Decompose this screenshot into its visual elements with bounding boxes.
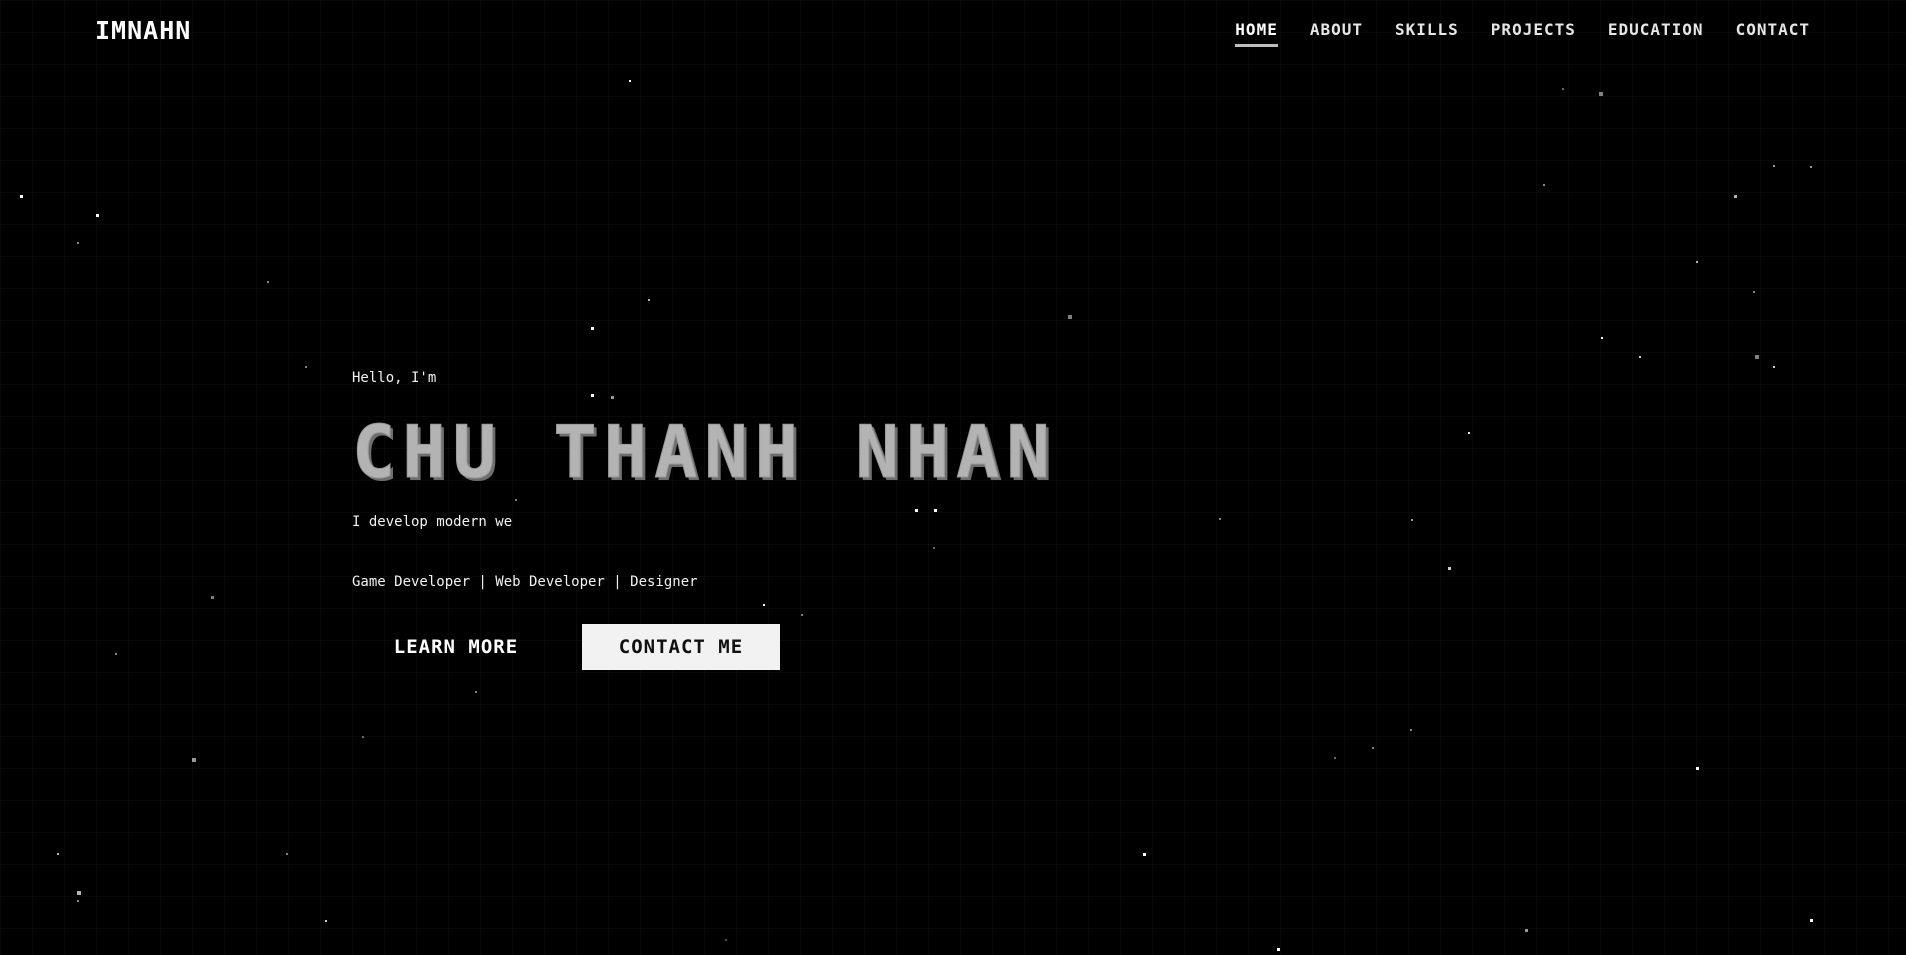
learn-more-button[interactable]: LEARN MORE <box>352 624 552 670</box>
hero-greeting: Hello, I'm <box>352 370 437 386</box>
nav-link-contact[interactable]: CONTACT <box>1736 20 1810 45</box>
contact-me-button[interactable]: CONTACT ME <box>582 624 780 670</box>
main-nav: HOME ABOUT SKILLS PROJECTS EDUCATION CON… <box>1235 20 1810 47</box>
nav-link-projects[interactable]: PROJECTS <box>1491 20 1576 45</box>
hero-name: CHU THANH NHAN <box>352 410 1057 494</box>
hero-section: Hello, I'm CHU THANH NHAN I develop mode… <box>352 366 1057 670</box>
nav-link-education[interactable]: EDUCATION <box>1608 20 1704 45</box>
hero-roles: Game Developer | Web Developer | Designe… <box>352 574 698 590</box>
nav-link-skills[interactable]: SKILLS <box>1395 20 1459 45</box>
site-logo[interactable]: IMNAHN <box>95 16 191 45</box>
nav-link-home[interactable]: HOME <box>1235 20 1278 47</box>
site-header: IMNAHN HOME ABOUT SKILLS PROJECTS EDUCAT… <box>0 0 1906 64</box>
nav-link-about[interactable]: ABOUT <box>1310 20 1363 45</box>
hero-buttons: LEARN MORE CONTACT ME <box>352 624 1057 670</box>
hero-tagline: I develop modern we <box>352 514 513 530</box>
